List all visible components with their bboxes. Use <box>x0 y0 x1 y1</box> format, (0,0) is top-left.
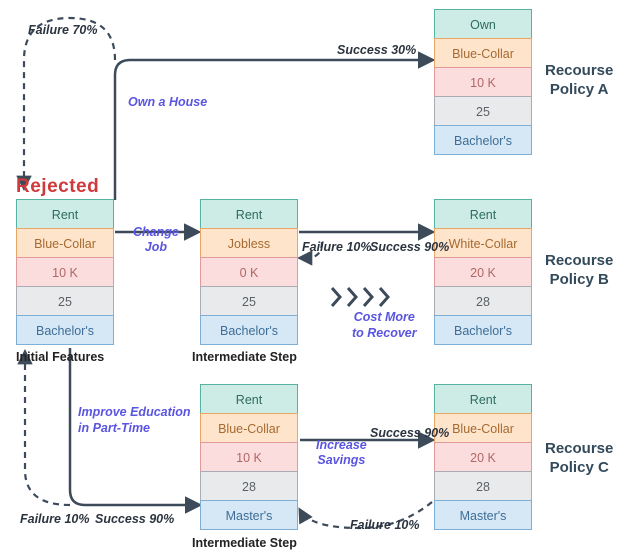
cell-education: Master's <box>434 500 532 530</box>
anno-cost-more: Cost Moreto Recover <box>352 310 417 341</box>
anno-failure10c: Failure 10% <box>350 518 419 532</box>
chevron-right-icon <box>378 286 392 308</box>
cell-housing: Own <box>434 9 532 39</box>
anno-improve-edu: Improve Educationin Part-Time <box>78 405 191 436</box>
stack-inter-c: Rent Blue-Collar 10 K 28 Master's <box>200 385 298 530</box>
cell-job: Blue-Collar <box>16 228 114 258</box>
stack-policy-c: Rent Blue-Collar 20 K 28 Master's <box>434 385 532 530</box>
cell-savings: 0 K <box>200 257 298 287</box>
cell-education: Bachelor's <box>434 315 532 345</box>
anno-success30: Success 30% <box>337 43 416 57</box>
cell-age: 28 <box>434 286 532 316</box>
cell-age: 28 <box>200 471 298 501</box>
cell-savings: 10 K <box>434 67 532 97</box>
cell-housing: Rent <box>200 384 298 414</box>
stack-policy-a: Own Blue-Collar 10 K 25 Bachelor's <box>434 10 532 155</box>
cell-savings: 20 K <box>434 257 532 287</box>
cell-savings: 10 K <box>200 442 298 472</box>
cell-housing: Rent <box>16 199 114 229</box>
cell-age: 25 <box>434 96 532 126</box>
anno-increase-savings: IncreaseSavings <box>316 438 367 468</box>
cell-housing: Rent <box>434 199 532 229</box>
cell-job: Blue-Collar <box>434 38 532 68</box>
cell-age: 25 <box>16 286 114 316</box>
anno-own-house: Own a House <box>128 95 207 109</box>
cell-job: Jobless <box>200 228 298 258</box>
stack-inter-b: Rent Jobless 0 K 25 Bachelor's <box>200 200 298 345</box>
cell-age: 25 <box>200 286 298 316</box>
cell-housing: Rent <box>200 199 298 229</box>
label-policy-c: RecoursePolicy C <box>545 440 613 478</box>
anno-change-job: ChangeJob <box>133 225 179 255</box>
cell-age: 28 <box>434 471 532 501</box>
anno-failure10b: Failure 10% <box>20 512 89 526</box>
cell-education: Bachelor's <box>434 125 532 155</box>
label-initial: Initial Features <box>16 350 104 364</box>
cell-housing: Rent <box>434 384 532 414</box>
label-policy-b: RecoursePolicy B <box>545 252 613 290</box>
label-inter-b: Intermediate Step <box>192 350 297 364</box>
anno-failure10a: Failure 10% <box>302 240 371 254</box>
anno-success90c: Success 90% <box>370 426 449 440</box>
cell-savings: 20 K <box>434 442 532 472</box>
anno-success90b: Success 90% <box>95 512 174 526</box>
cell-savings: 10 K <box>16 257 114 287</box>
chevron-right-icon <box>362 286 376 308</box>
anno-failure70: Failure 70% <box>28 23 97 37</box>
stack-initial: Rent Blue-Collar 10 K 25 Bachelor's <box>16 200 114 345</box>
chevron-set-icon <box>330 286 392 308</box>
chevron-right-icon <box>346 286 360 308</box>
cell-education: Bachelor's <box>200 315 298 345</box>
label-inter-c: Intermediate Step <box>192 536 297 550</box>
chevron-right-icon <box>330 286 344 308</box>
anno-success90a: Success 90% <box>370 240 449 254</box>
cell-education: Bachelor's <box>16 315 114 345</box>
cell-education: Master's <box>200 500 298 530</box>
label-policy-a: RecoursePolicy A <box>545 62 613 100</box>
cell-job: Blue-Collar <box>200 413 298 443</box>
stack-policy-b: Rent White-Collar 20 K 28 Bachelor's <box>434 200 532 345</box>
rejected-label: Rejected <box>16 176 99 198</box>
